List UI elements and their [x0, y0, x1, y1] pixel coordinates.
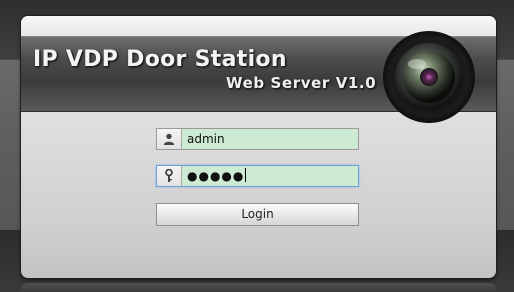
login-button[interactable]: Login — [156, 203, 359, 226]
lower-panel-edge — [21, 283, 496, 292]
app-title: IP VDP Door Station — [33, 47, 287, 72]
password-field: ●●●●● — [156, 165, 359, 187]
password-input[interactable]: ●●●●● — [182, 166, 358, 186]
username-input[interactable]: admin — [182, 129, 358, 149]
login-panel: IP VDP Door Station Web Server V1.0 admi… — [21, 16, 496, 278]
camera-lens-icon — [383, 31, 475, 123]
text-caret — [245, 168, 247, 182]
user-icon — [157, 129, 182, 149]
header-banner: IP VDP Door Station Web Server V1.0 — [21, 31, 496, 123]
username-field: admin — [156, 128, 359, 150]
password-mask: ●●●●● — [187, 169, 245, 183]
app-subtitle: Web Server V1.0 — [226, 74, 377, 92]
key-icon — [157, 166, 182, 186]
